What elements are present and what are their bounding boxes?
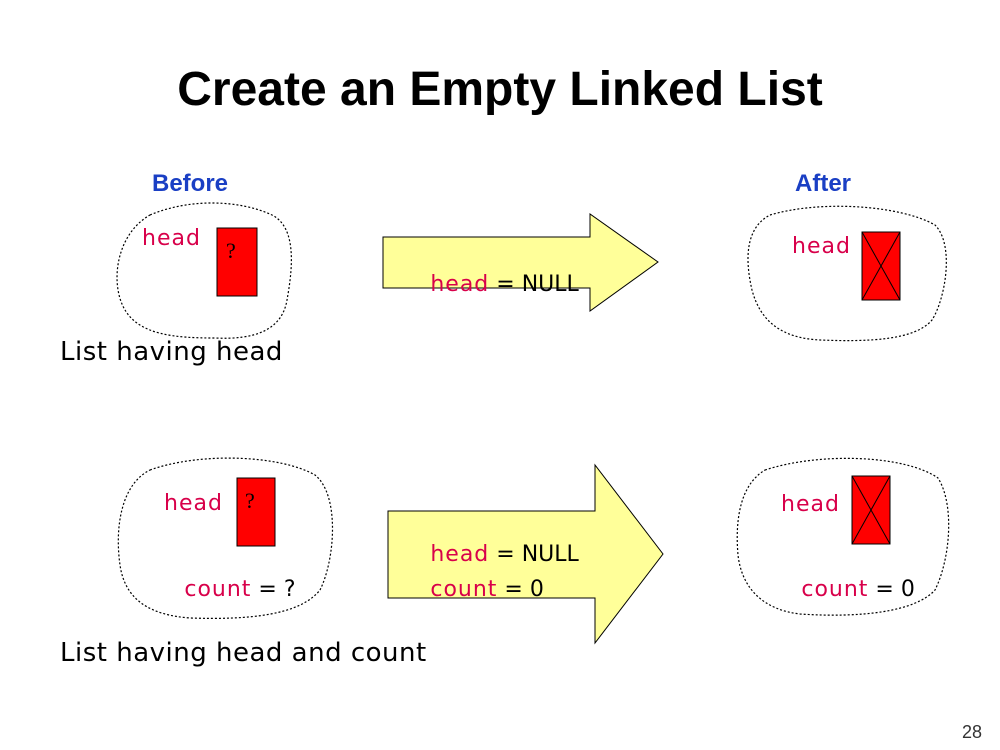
count-field-label-after: count [801, 577, 869, 602]
caption-list-head-count: List having head and count [60, 638, 427, 668]
count-undefined-value: = ? [251, 577, 296, 602]
before-list-blob-top [116, 202, 292, 339]
count-field-label: count [184, 577, 252, 602]
caption-list-head: List having head [60, 337, 283, 367]
head-field-label-bottom: head [164, 491, 223, 516]
head-field-label: head [142, 226, 201, 251]
count-zero-value: = 0 [868, 577, 915, 602]
slide: Create an Empty Linked List Before After… [0, 0, 1000, 750]
arrow-count-field: count [430, 577, 498, 602]
arrow-head-field: head [430, 272, 490, 297]
head-field-label-after: head [792, 234, 851, 259]
arrow-statement-head: head = NULL [410, 253, 579, 316]
count-statement-before: count = ? [164, 558, 296, 621]
head-pointer-box-before-top [216, 227, 258, 297]
arrow-count-assign: = 0 [497, 577, 544, 602]
arrow-statement-count: count = 0 [410, 558, 544, 621]
head-undefined-value-bottom: ? [245, 488, 255, 513]
head-null-box-after-top [861, 231, 901, 301]
page-number: 28 [961, 722, 982, 742]
after-heading: After [795, 170, 852, 197]
head-undefined-value: ? [226, 238, 236, 263]
head-field-label-after-bottom: head [781, 492, 840, 517]
arrow-head-assign: = NULL [489, 272, 579, 297]
head-pointer-box-before-bottom [236, 477, 276, 547]
before-heading: Before [152, 170, 229, 197]
count-statement-after: count = 0 [781, 558, 915, 621]
head-null-box-after-bottom [851, 475, 891, 545]
after-list-blob-top [747, 205, 947, 342]
